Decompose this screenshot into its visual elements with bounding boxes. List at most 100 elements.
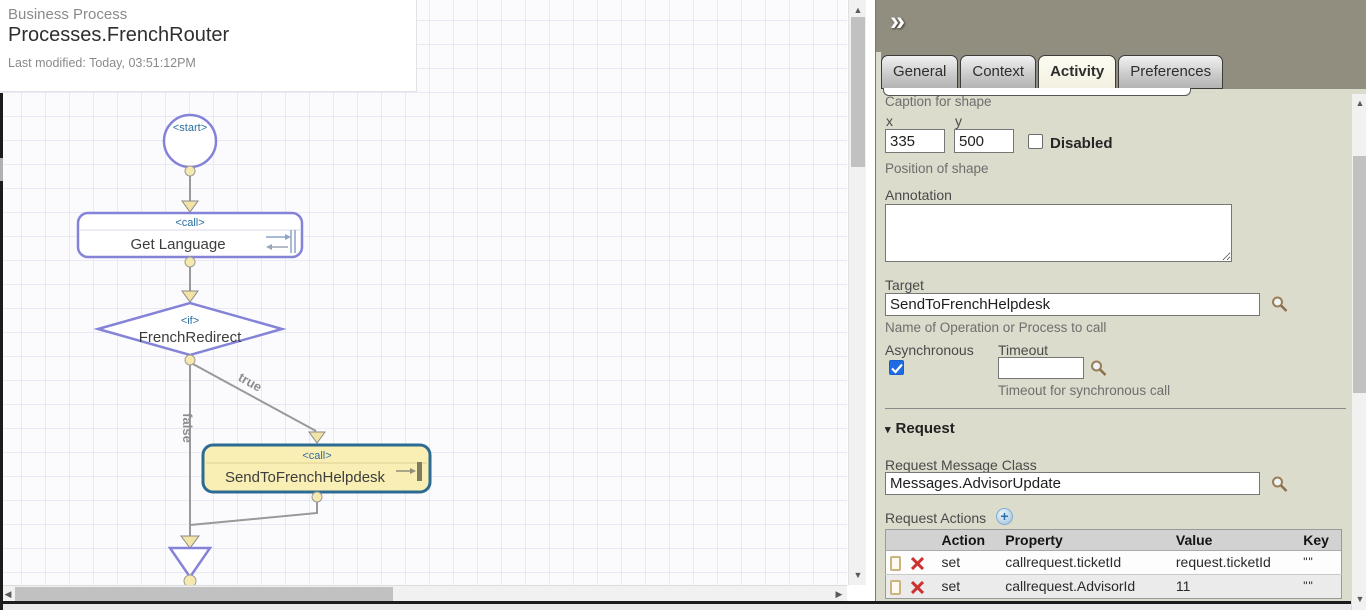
arrowhead xyxy=(182,291,198,302)
tab-preferences[interactable]: Preferences xyxy=(1118,55,1223,89)
canvas-vscrollbar[interactable]: ▲ ▼ xyxy=(848,0,866,585)
asynchronous-checkbox[interactable] xyxy=(889,360,904,375)
annotation-label: Annotation xyxy=(885,187,952,203)
edge-label-false: false xyxy=(180,413,195,443)
scroll-up-icon[interactable]: ▲ xyxy=(851,3,865,17)
svg-text:<start>: <start> xyxy=(173,122,207,134)
cell-action: set xyxy=(938,574,1002,598)
timeout-search-icon[interactable] xyxy=(1089,359,1108,378)
edge-label-true: true xyxy=(236,370,265,395)
timeout-hint: Timeout for synchronous call xyxy=(998,383,1170,398)
col-key: Key xyxy=(1299,530,1341,551)
panel-header: » xyxy=(876,0,1366,52)
panel-vscrollbar[interactable]: ▲ ▼ xyxy=(1352,94,1366,610)
request-section-header[interactable]: ▾ Request xyxy=(885,420,955,437)
add-action-icon[interactable]: + xyxy=(996,508,1013,525)
request-actions-table: Action Property Value Key set callreques… xyxy=(885,529,1342,599)
request-class-search-icon[interactable] xyxy=(1270,475,1289,494)
table-row[interactable]: set callrequest.AdvisorId 11 "" xyxy=(886,574,1342,598)
svg-text:SendToFrenchHelpdesk: SendToFrenchHelpdesk xyxy=(225,469,386,486)
edge-true xyxy=(193,364,316,431)
diagram-header-card: Business Process Processes.FrenchRouter … xyxy=(0,0,417,92)
svg-text:<call>: <call> xyxy=(302,450,331,462)
caption-hint: Caption for shape xyxy=(885,94,992,109)
target-input[interactable] xyxy=(885,293,1260,316)
hscroll-thumb[interactable] xyxy=(15,587,393,601)
node-get-language[interactable]: <call> Get Language xyxy=(78,213,302,257)
arrowhead xyxy=(181,536,199,548)
scroll-down-icon[interactable]: ▼ xyxy=(851,568,865,582)
connector-dot[interactable] xyxy=(185,257,195,267)
node-send-to-french-helpdesk[interactable]: <call> SendToFrenchHelpdesk xyxy=(203,445,430,492)
edit-action-icon[interactable] xyxy=(890,556,901,571)
properties-panel: » General Context Activity Preferences C… xyxy=(875,0,1366,610)
request-actions-label: Request Actions xyxy=(885,510,986,526)
x-label: x xyxy=(886,113,893,129)
panel-scroll-thumb[interactable] xyxy=(1353,156,1366,393)
collapse-panel-icon[interactable]: » xyxy=(890,6,905,37)
svg-text:Get Language: Get Language xyxy=(130,236,225,253)
disabled-label: Disabled xyxy=(1050,135,1113,152)
scroll-down-icon[interactable]: ▼ xyxy=(1353,592,1366,606)
delete-action-icon[interactable] xyxy=(911,581,924,594)
scroll-left-icon[interactable]: ◀ xyxy=(1,587,15,601)
disabled-checkbox[interactable] xyxy=(1028,134,1043,149)
timeout-input[interactable] xyxy=(998,357,1084,379)
asynchronous-label: Asynchronous xyxy=(885,342,974,358)
node-start[interactable]: <start> xyxy=(164,115,216,167)
connector-dot[interactable] xyxy=(184,575,196,585)
bpl-editor: <start> <call> Get Language xyxy=(0,0,1366,610)
connector-dot[interactable] xyxy=(185,166,195,176)
x-input[interactable] xyxy=(885,129,945,153)
last-modified: Last modified: Today, 03:51:12PM xyxy=(8,56,416,70)
check-icon xyxy=(891,363,903,374)
process-title: Processes.FrenchRouter xyxy=(8,24,416,47)
diagram-canvas[interactable]: <start> <call> Get Language xyxy=(0,0,847,585)
arrowhead xyxy=(182,201,198,212)
cell-key: "" xyxy=(1299,574,1341,598)
vscroll-thumb[interactable] xyxy=(851,17,865,167)
table-header-row: Action Property Value Key xyxy=(886,530,1342,551)
timeout-label: Timeout xyxy=(998,342,1048,358)
request-message-class-input[interactable] xyxy=(885,472,1260,495)
col-value: Value xyxy=(1172,530,1299,551)
svg-text:<call>: <call> xyxy=(175,217,204,229)
tab-context[interactable]: Context xyxy=(960,55,1036,89)
panel-tabs: General Context Activity Preferences xyxy=(881,52,1366,89)
scroll-right-icon[interactable]: ▶ xyxy=(832,587,846,601)
cell-key: "" xyxy=(1299,551,1341,575)
bottom-strip xyxy=(0,604,1351,610)
scroll-up-icon[interactable]: ▲ xyxy=(1353,96,1366,110)
target-hint: Name of Operation or Process to call xyxy=(885,320,1106,335)
section-divider xyxy=(885,408,1346,409)
target-label: Target xyxy=(885,277,924,293)
delete-action-icon[interactable] xyxy=(911,557,924,570)
window-left-edge xyxy=(0,93,3,610)
position-hint: Position of shape xyxy=(885,161,989,176)
y-input[interactable] xyxy=(954,129,1014,153)
table-row[interactable]: set callrequest.ticketId request.ticketI… xyxy=(886,551,1342,575)
svg-text:<if>: <if> xyxy=(181,315,199,327)
cell-action: set xyxy=(938,551,1002,575)
connector-dot[interactable] xyxy=(312,492,322,502)
node-join[interactable] xyxy=(170,548,210,577)
tab-general[interactable]: General xyxy=(881,55,958,89)
request-section-label: Request xyxy=(896,420,955,437)
cell-value: request.ticketId xyxy=(1172,551,1299,575)
request-message-class-label: Request Message Class xyxy=(885,457,1037,473)
target-search-icon[interactable] xyxy=(1270,295,1289,314)
tab-activity[interactable]: Activity xyxy=(1038,55,1116,89)
canvas-hscrollbar[interactable]: ◀ ▶ xyxy=(0,585,847,601)
col-property: Property xyxy=(1001,530,1172,551)
process-type-label: Business Process xyxy=(8,6,416,23)
chevron-down-icon: ▾ xyxy=(885,424,891,436)
activity-tab-content: Caption for shape x y Disabled Position … xyxy=(876,89,1366,610)
node-french-redirect[interactable]: <if> FrenchRedirect xyxy=(98,303,282,355)
edit-action-icon[interactable] xyxy=(890,580,901,595)
edge-call-to-join xyxy=(190,502,317,525)
col-action: Action xyxy=(938,530,1002,551)
cell-property: callrequest.AdvisorId xyxy=(1001,574,1172,598)
annotation-textarea[interactable] xyxy=(885,204,1232,262)
window-bottom-edge xyxy=(0,601,1351,604)
cell-property: callrequest.ticketId xyxy=(1001,551,1172,575)
